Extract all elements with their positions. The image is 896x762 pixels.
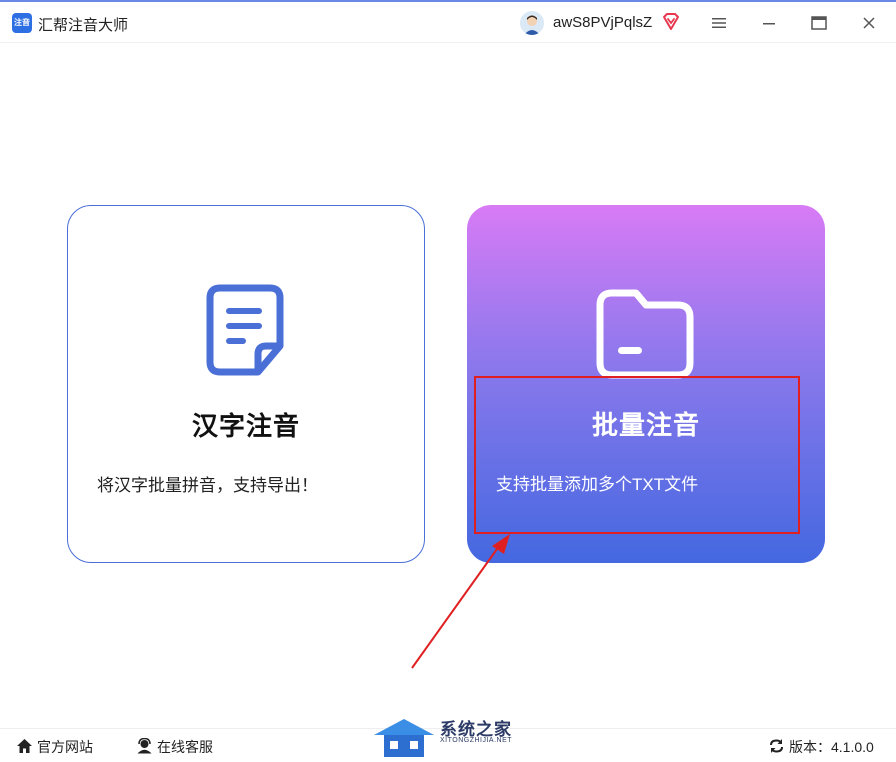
- document-icon: [206, 284, 286, 381]
- title-bar[interactable]: 注音 汇帮注音大师 awS8PVjPqlsZ: [0, 2, 896, 42]
- watermark-subtext: XITONGZHIJIA.NET: [440, 737, 513, 744]
- menu-icon[interactable]: [703, 7, 735, 39]
- app-title: 汇帮注音大师: [38, 17, 129, 34]
- user-avatar[interactable]: [520, 11, 544, 35]
- official-website-label: 官方网站: [37, 739, 93, 755]
- close-icon[interactable]: [853, 7, 885, 39]
- app-logo: 注音: [12, 13, 32, 33]
- vip-badge-icon[interactable]: [662, 13, 680, 31]
- user-name[interactable]: awS8PVjPqlsZ: [553, 14, 652, 31]
- card-description: 将汉字批量拼音，支持导出！: [97, 476, 318, 495]
- version-label: 版本：4.1.0.0: [789, 739, 874, 755]
- refresh-icon[interactable]: [768, 738, 785, 757]
- annotation-highlight-box: [474, 376, 800, 534]
- maximize-icon[interactable]: [803, 7, 835, 39]
- title-divider: [0, 42, 896, 43]
- official-website-link[interactable]: 官方网站: [16, 737, 93, 757]
- version-info: 版本：4.1.0.0: [768, 737, 874, 757]
- annotation-arrow: [411, 534, 510, 669]
- folder-icon: [596, 289, 696, 384]
- hanzi-pinyin-card[interactable]: 汉字注音 将汉字批量拼音，支持导出！: [67, 205, 425, 563]
- home-icon: [16, 738, 33, 757]
- online-service-link[interactable]: 在线客服: [136, 737, 213, 757]
- minimize-icon[interactable]: [753, 7, 785, 39]
- card-title: 汉字注音: [191, 411, 300, 441]
- customer-service-icon: [136, 737, 153, 757]
- online-service-label: 在线客服: [157, 739, 213, 755]
- watermark-logo: 系统之家 XITONGZHIJIA.NET: [370, 713, 530, 759]
